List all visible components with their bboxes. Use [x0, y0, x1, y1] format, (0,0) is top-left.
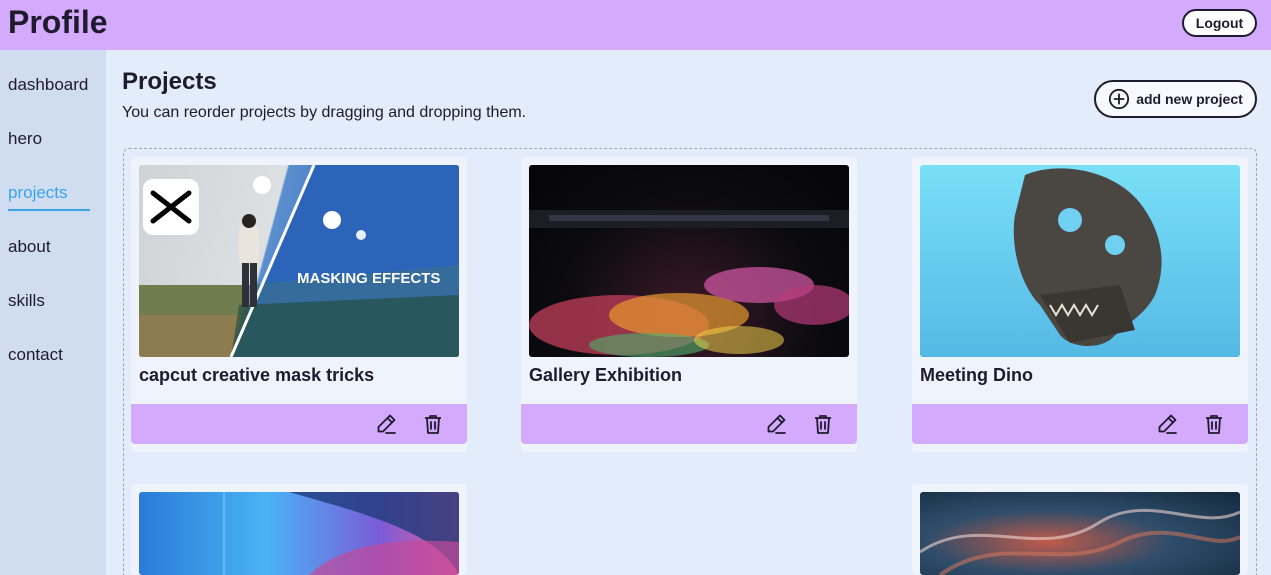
architecture-thumbnail-art — [223, 492, 459, 575]
delete-project-button[interactable] — [811, 412, 835, 436]
edit-project-button[interactable] — [374, 412, 398, 436]
edit-pencil-icon — [1158, 414, 1177, 434]
edit-pencil-icon — [767, 414, 786, 434]
project-card[interactable]: MASKING EFFECTS capcut creative mask tri… — [131, 157, 467, 452]
project-title: Meeting Dino — [920, 365, 1033, 385]
edit-project-button[interactable] — [1155, 412, 1179, 436]
edit-pencil-icon — [377, 414, 396, 434]
add-new-project-label: add new project — [1136, 91, 1243, 107]
dino-thumbnail-art — [1013, 168, 1162, 347]
app-header: Profile Logout — [0, 0, 1271, 50]
trash-icon — [1206, 415, 1222, 434]
sidebar: dashboard hero projects about skills con… — [0, 50, 106, 575]
project-title: capcut creative mask tricks — [139, 365, 375, 385]
gallery-thumbnail-art — [529, 210, 849, 357]
thumbnail-text: MASKING EFFECTS — [297, 270, 440, 287]
project-card[interactable] — [131, 484, 467, 575]
project-image: MASKING EFFECTS — [139, 165, 459, 357]
project-card[interactable] — [912, 484, 1248, 575]
sidebar-item-contact[interactable]: contact — [8, 345, 63, 365]
trash-icon — [425, 415, 441, 434]
smoke-thumbnail-art — [920, 508, 1240, 575]
trash-icon — [815, 415, 831, 434]
project-image — [920, 492, 1240, 575]
project-actions — [912, 404, 1248, 444]
delete-project-button[interactable] — [1202, 412, 1226, 436]
active-indicator — [8, 209, 90, 211]
project-image — [139, 492, 459, 575]
page-header-title: Profile — [8, 4, 108, 40]
sidebar-item-skills[interactable]: skills — [8, 291, 45, 311]
project-card[interactable]: Meeting Dino — [912, 157, 1248, 452]
project-image — [920, 165, 1240, 357]
delete-project-button[interactable] — [421, 412, 445, 436]
sidebar-item-dashboard[interactable]: dashboard — [8, 75, 88, 95]
edit-project-button[interactable] — [764, 412, 788, 436]
capcut-thumbnail-art: MASKING EFFECTS — [139, 165, 459, 357]
add-new-project-button[interactable]: add new project — [1094, 80, 1257, 118]
page-title: Projects — [122, 68, 217, 95]
page-subtitle: You can reorder projects by dragging and… — [122, 104, 527, 121]
main-content: Projects You can reorder projects by dra… — [106, 50, 1271, 575]
project-actions — [131, 404, 467, 444]
logout-button[interactable]: Logout — [1182, 9, 1257, 37]
sidebar-item-about[interactable]: about — [8, 237, 51, 257]
project-card[interactable]: Gallery Exhibition — [521, 157, 857, 452]
project-title: Gallery Exhibition — [529, 365, 683, 385]
sidebar-item-projects[interactable]: projects — [8, 183, 68, 203]
project-actions — [521, 404, 857, 444]
project-image — [529, 165, 849, 357]
sidebar-item-hero[interactable]: hero — [8, 129, 42, 149]
plus-circle-icon — [1109, 88, 1130, 110]
